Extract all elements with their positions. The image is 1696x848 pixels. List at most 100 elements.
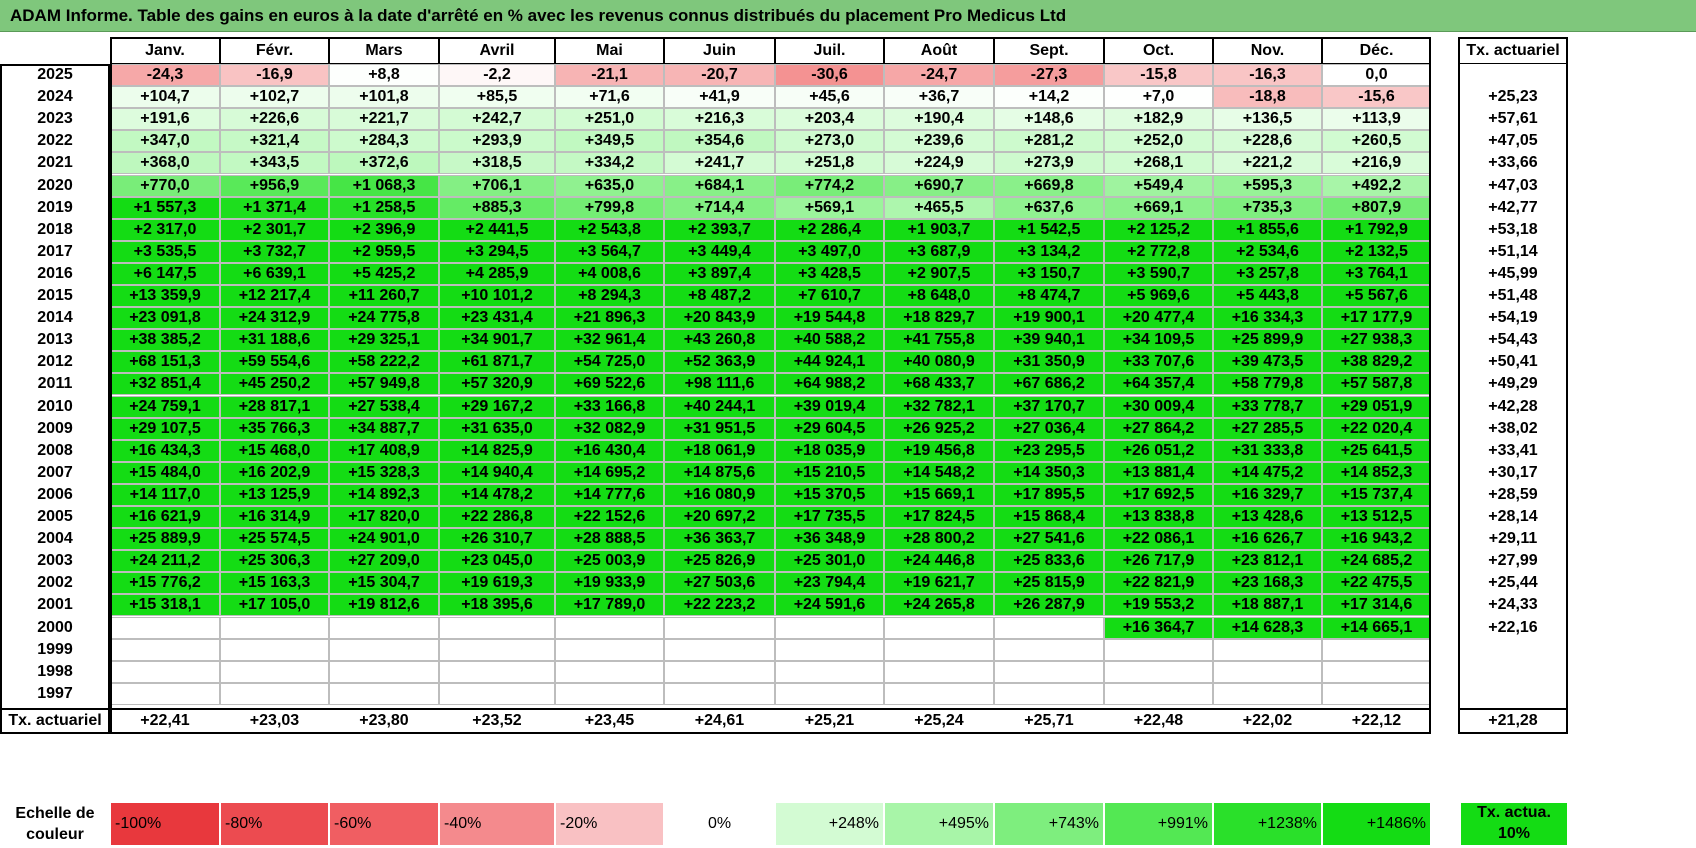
gain-cell [664,682,775,705]
gain-cell: +14 665,1 [1322,616,1431,639]
gain-cell: +14 875,6 [664,461,775,484]
gain-cell: +3 497,0 [775,240,884,263]
gain-cell: +7 610,7 [775,285,884,308]
gain-cell: +14 695,2 [555,461,664,484]
gain-cell [775,616,884,639]
gain-cell: +98 111,6 [664,373,775,396]
gain-cell: +17 824,5 [884,506,994,529]
gain-cell: +30 009,4 [1104,395,1213,418]
gain-cell: +58 222,2 [329,351,439,374]
gain-cell: +15 370,5 [775,483,884,506]
gain-cell: +16 626,7 [1213,528,1322,551]
gain-cell [439,616,555,639]
year-label: 1997 [37,684,73,702]
gain-cell: +34 901,7 [439,329,555,352]
gain-cell: +706,1 [439,174,555,197]
gain-cell: +10 101,2 [439,285,555,308]
gain-cell: +24 685,2 [1322,550,1431,573]
gain-cell: +57 320,9 [439,373,555,396]
gain-cell: +24 759,1 [110,395,220,418]
gain-cell: +44 924,1 [775,351,884,374]
gain-cell: +20 477,4 [1104,307,1213,330]
year-rate-cell: +47,05 [1488,132,1538,150]
gain-cell: +2 286,4 [775,218,884,241]
gain-cell: +3 449,4 [664,240,775,263]
gain-cell: +16 364,7 [1104,616,1213,639]
gain-cell: +15 328,3 [329,461,439,484]
gain-cell: +492,2 [1322,174,1431,197]
gain-cell: +8 294,3 [555,285,664,308]
gain-cell: +40 244,1 [664,395,775,418]
gain-cell: -16,9 [220,64,329,87]
gain-cell: +669,8 [994,174,1104,197]
gain-cell: +40 588,2 [775,329,884,352]
gain-cell [1104,638,1213,661]
month-header: Nov. [1213,37,1322,64]
gain-cell [884,616,994,639]
gain-cell: +15 318,1 [110,594,220,617]
gain-cell: +57 949,8 [329,373,439,396]
gain-cell: +203,4 [775,108,884,131]
year-rate-cell: +47,03 [1488,176,1538,194]
gain-cell: +1 792,9 [1322,218,1431,241]
year-label: 2007 [37,463,73,481]
gain-cell: +22 475,5 [1322,572,1431,595]
month-header: Févr. [220,37,329,64]
year-rate-cell: +51,14 [1488,242,1538,260]
gain-cell: +569,1 [775,196,884,219]
gain-cell: +16 329,7 [1213,483,1322,506]
gain-cell: +26 717,9 [1104,550,1213,573]
gain-cell: +32 851,4 [110,373,220,396]
gain-cell: +24 901,0 [329,528,439,551]
gain-cell: +33 166,8 [555,395,664,418]
gain-cell: +15 163,3 [220,572,329,595]
gain-cell: +31 350,9 [994,351,1104,374]
gain-cell: +14 548,2 [884,461,994,484]
gain-cell: +17 895,5 [994,483,1104,506]
gain-cell: +3 150,7 [994,262,1104,285]
gain-cell: +19 812,6 [329,594,439,617]
gain-cell: +29 167,2 [439,395,555,418]
gain-cell: +14 940,4 [439,461,555,484]
footer-month-rate: +23,45 [584,711,635,729]
gain-cell: +31 333,8 [1213,439,1322,462]
footer-month-rate: +22,41 [140,711,190,729]
gain-cell: +14 825,9 [439,439,555,462]
color-scale-swatch: +991% [1104,802,1213,846]
gain-cell [1322,660,1431,683]
gain-cell: -24,3 [110,64,220,87]
gain-cell: +17 408,9 [329,439,439,462]
gain-cell: +221,2 [1213,152,1322,175]
gain-cell [110,616,220,639]
footer-month-rate: +25,21 [804,711,855,729]
gain-cell: +45,6 [775,86,884,109]
gain-cell: +26 287,9 [994,594,1104,617]
gain-cell: +1 068,3 [329,174,439,197]
gain-cell: +2 396,9 [329,218,439,241]
month-header: Août [884,37,994,64]
gain-cell: +22 152,6 [555,506,664,529]
gain-cell: +113,9 [1322,108,1431,131]
gain-cell [1213,638,1322,661]
gain-cell: +18 395,6 [439,594,555,617]
gain-cell: +2 959,5 [329,240,439,263]
year-rate-cell: +42,77 [1488,198,1538,216]
gain-cell [884,638,994,661]
year-rate-cell [1458,683,1568,705]
gain-cell: +549,4 [1104,174,1213,197]
gain-cell: +23 168,3 [1213,572,1322,595]
gain-cell: +714,4 [664,196,775,219]
gain-cell: +15 776,2 [110,572,220,595]
year-rate-cell: +54,43 [1488,331,1538,349]
gain-cell: +36,7 [884,86,994,109]
year-label: 2019 [37,198,73,216]
gain-cell: +16 430,4 [555,439,664,462]
gain-cell: +2 301,7 [220,218,329,241]
year-label: 2013 [37,331,73,349]
gain-cell: +956,9 [220,174,329,197]
gain-cell: +334,2 [555,152,664,175]
year-rate-cell: +50,41 [1488,353,1538,371]
year-rate-cell: +42,28 [1488,397,1538,415]
gain-cell: +26 051,2 [1104,439,1213,462]
gain-cell: +32 782,1 [884,395,994,418]
